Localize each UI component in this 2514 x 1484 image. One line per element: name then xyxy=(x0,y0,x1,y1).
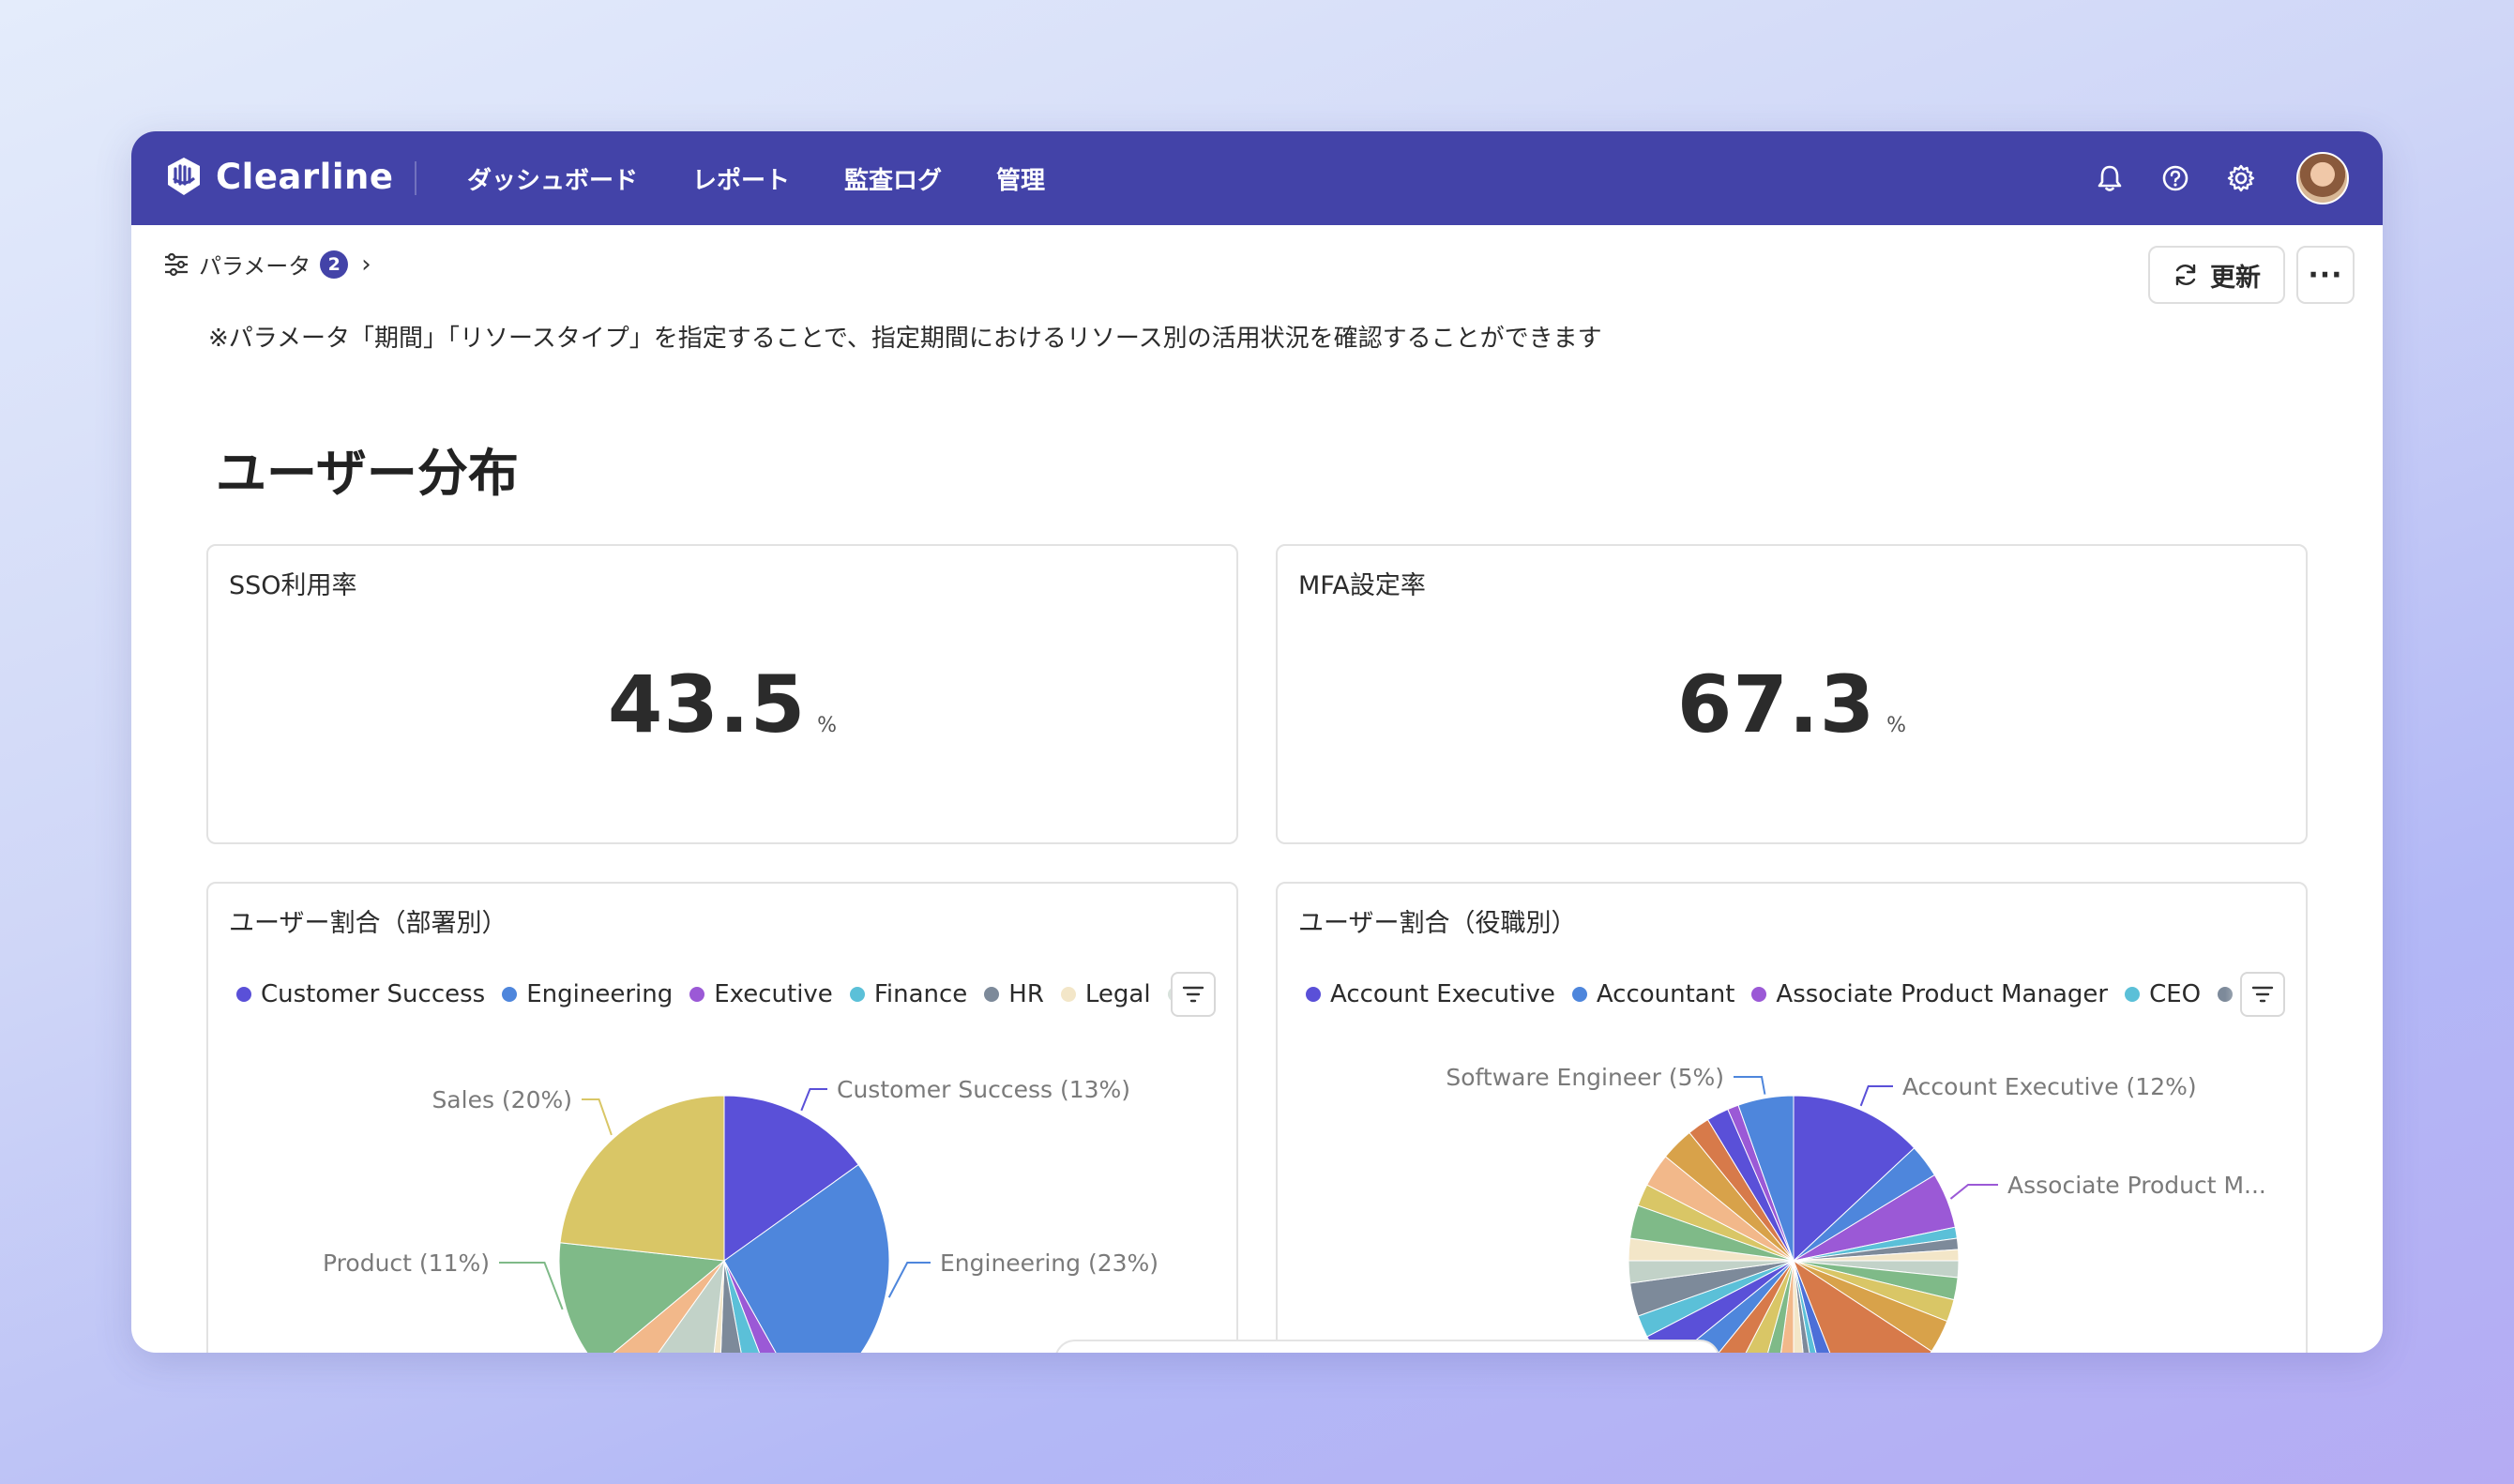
label-leader-line xyxy=(1734,1076,1766,1095)
refresh-label: 更新 xyxy=(2210,263,2261,293)
slice-label: Account Executive (12%) xyxy=(1902,1073,2197,1100)
label-leader-line xyxy=(1949,1184,1998,1200)
slice-label: Software Engineer (5%) xyxy=(1446,1064,1724,1091)
refresh-icon xyxy=(2175,264,2196,286)
pie-chart-department: Customer Success (13%) Engineering (23%) P… xyxy=(323,1076,1159,1353)
label-leader-line xyxy=(1859,1085,1893,1107)
parameters-count-badge: 2 xyxy=(320,250,349,279)
nav-item-audit-log[interactable]: 監査ログ xyxy=(844,161,942,196)
app-name: Clearline xyxy=(216,156,394,197)
pie-slice[interactable] xyxy=(559,1095,725,1262)
slice-label: Engineering (23%) xyxy=(940,1249,1159,1277)
label-leader-line xyxy=(499,1262,564,1310)
sliders-icon xyxy=(165,252,188,276)
kpi-unit: % xyxy=(817,714,838,737)
section-title: ユーザー分布 xyxy=(216,444,519,503)
kpi-title: MFA設定率 xyxy=(1298,571,1426,600)
main-nav: ダッシュボード レポート 監査ログ 管理 xyxy=(467,131,1045,225)
nav-item-admin[interactable]: 管理 xyxy=(996,161,1045,196)
label-leader-line xyxy=(887,1262,931,1298)
slice-label: Customer Success (13%) xyxy=(837,1076,1130,1103)
chart-card-role: ユーザー割合（役職別） Account Executive Accountant A… xyxy=(1276,882,2308,1353)
chart-card-department: ユーザー割合（部署別） Customer Success Engineering E… xyxy=(206,882,1238,1353)
user-avatar[interactable] xyxy=(2296,152,2349,204)
nav-divider xyxy=(415,161,416,195)
kpi-value: 67.3 xyxy=(1676,659,1876,750)
parameters-label: パラメータ xyxy=(199,253,311,280)
parameter-note: ※パラメータ「期間」「リソースタイプ」を指定することで、指定期間におけるリソース… xyxy=(208,325,1602,353)
kpi-value: 43.5 xyxy=(607,659,807,750)
floating-panel-edge xyxy=(1054,1340,1720,1353)
slice-label: Sales (20%) xyxy=(432,1086,572,1113)
brand-logo[interactable]: Clearline xyxy=(165,156,393,197)
slice-label: Product (11%) xyxy=(323,1249,490,1277)
more-options-button[interactable]: ··· xyxy=(2296,246,2355,304)
chevron-right-icon: › xyxy=(361,250,371,279)
nav-item-dashboard[interactable]: ダッシュボード xyxy=(467,161,638,196)
kpi-title: SSO利用率 xyxy=(229,571,357,600)
gear-icon[interactable] xyxy=(2225,162,2257,194)
label-leader-line xyxy=(582,1098,613,1136)
kpi-unit: % xyxy=(1886,714,1907,737)
top-actions xyxy=(2094,152,2349,204)
help-icon[interactable] xyxy=(2159,162,2191,194)
app-window: Clearline ダッシュボード レポート 監査ログ 管理 パラメータ 2 › xyxy=(131,131,2383,1353)
top-nav-bar: Clearline ダッシュボード レポート 監査ログ 管理 xyxy=(131,131,2383,225)
kpi-card-mfa: MFA設定率 67.3 % xyxy=(1276,544,2308,844)
refresh-button[interactable]: 更新 xyxy=(2148,246,2285,304)
parameters-toggle[interactable]: パラメータ 2 › xyxy=(163,248,371,280)
kpi-card-sso: SSO利用率 43.5 % xyxy=(206,544,1238,844)
logo-icon xyxy=(168,158,200,195)
nav-item-reports[interactable]: レポート xyxy=(692,161,790,196)
bell-icon[interactable] xyxy=(2094,162,2126,194)
label-leader-line xyxy=(800,1088,827,1112)
more-icon: ··· xyxy=(2308,258,2343,292)
slice-label: Associate Product M... xyxy=(2007,1172,2266,1199)
pie-chart-role: Account Executive (12%) Associate Product… xyxy=(1446,1064,2266,1353)
